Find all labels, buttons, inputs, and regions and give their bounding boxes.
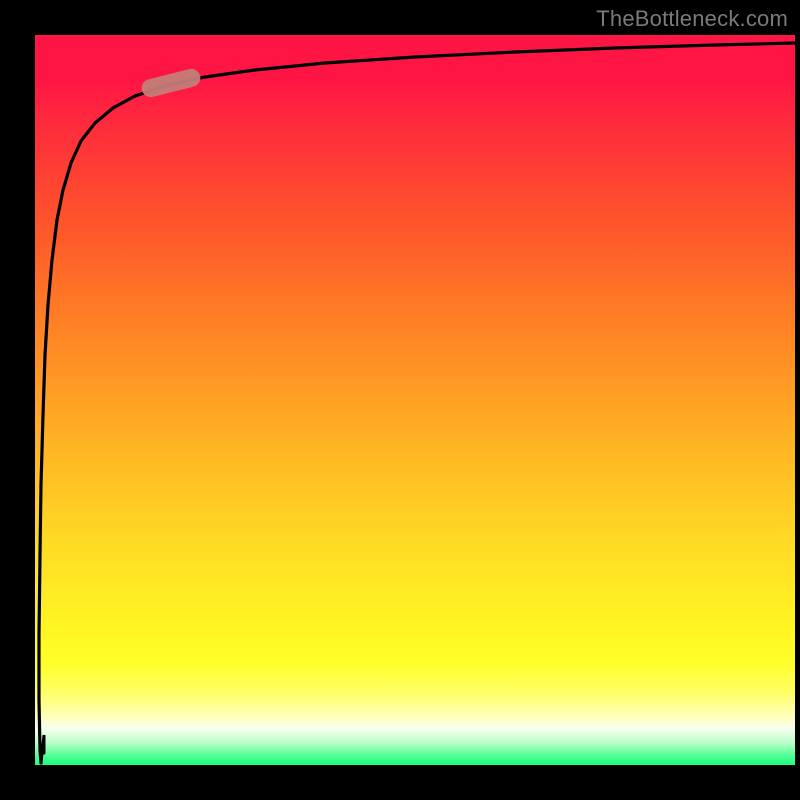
bottleneck-curve xyxy=(39,43,795,763)
plot-area xyxy=(35,35,795,765)
curve-layer xyxy=(35,35,795,765)
chart-stage: TheBottleneck.com xyxy=(0,0,800,800)
watermark-text: TheBottleneck.com xyxy=(596,6,788,32)
highlight-marker xyxy=(140,67,203,99)
curve-stem xyxy=(41,735,44,763)
